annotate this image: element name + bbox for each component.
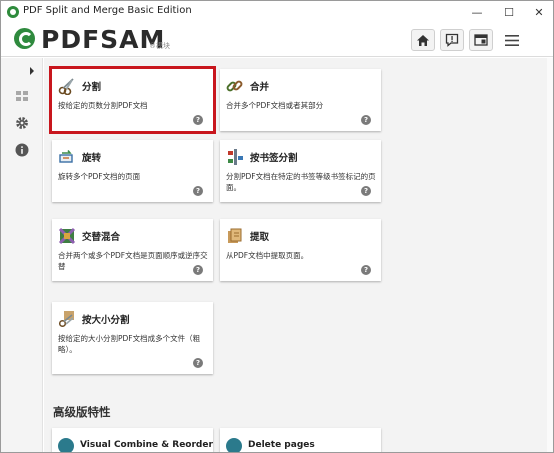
module-title: Delete pages: [248, 440, 315, 450]
module-card-merge[interactable]: 合并 合并多个PDF文档或者其部分 ?: [220, 69, 381, 131]
sidebar-item-modules[interactable]: [12, 86, 32, 106]
module-title: 提取: [250, 232, 270, 243]
logo-text: PDFSAM: [41, 25, 166, 54]
dashboard-icon: [474, 34, 488, 46]
scrollbar[interactable]: [547, 58, 553, 452]
maximize-button[interactable]: ☐: [494, 1, 524, 23]
help-icon[interactable]: ?: [361, 265, 371, 275]
extract-icon: [228, 228, 242, 243]
module-description: 旋转多个PDF文档的页面: [58, 172, 141, 181]
alternate-mix-icon: [58, 227, 76, 245]
module-description: 按给定的大小分割PDF文档成多个文件（粗略）。: [58, 334, 201, 354]
chevron-right-icon: [30, 67, 34, 75]
news-button[interactable]: [440, 29, 464, 51]
module-description: 合并多个PDF文档或者其部分: [226, 101, 324, 110]
app-header: PDFSAM ®模块: [1, 23, 553, 57]
window-title: PDF Split and Merge Basic Edition: [23, 5, 192, 16]
module-description: 从PDF文档中提取页面。: [226, 251, 309, 260]
rotate-icon: [59, 150, 73, 163]
sidebar-item-settings[interactable]: [12, 113, 32, 133]
module-title: 按大小分割: [82, 315, 130, 326]
module-title: 交替混合: [82, 232, 121, 243]
delete-pages-icon: [226, 438, 242, 452]
scissors-icon: [58, 78, 74, 95]
help-icon[interactable]: ?: [193, 265, 203, 275]
module-description: 合并两个或多个PDF文档是页面顺序或逆序交替: [58, 251, 208, 271]
module-description: 分割PDF文档在特定的书签等级书签标记的页面。: [226, 172, 376, 192]
module-card-split-by-size[interactable]: 按大小分割 按给定的大小分割PDF文档成多个文件（粗略）。 ?: [52, 302, 213, 374]
minimize-button[interactable]: —: [462, 1, 492, 23]
module-card-delete-pages[interactable]: Delete pages: [220, 428, 381, 452]
home-button[interactable]: [411, 29, 435, 51]
dashboard-button[interactable]: [469, 29, 493, 51]
expand-sidebar-button[interactable]: [25, 64, 39, 78]
help-icon[interactable]: ?: [361, 186, 371, 196]
section-title-advanced: 高级版特性: [53, 405, 111, 419]
close-button[interactable]: ✕: [524, 1, 553, 23]
help-icon[interactable]: ?: [361, 115, 371, 125]
module-card-split-by-bookmarks[interactable]: 按书签分割 分割PDF文档在特定的书签等级书签标记的页面。 ?: [220, 140, 381, 202]
module-card-split[interactable]: 分割 按给定的页数分割PDF文档 ?: [49, 66, 216, 134]
module-card-visual-combine[interactable]: Visual Combine & Reorder: [52, 428, 213, 452]
module-title: 按书签分割: [250, 153, 298, 164]
module-title: Visual Combine & Reorder: [80, 440, 213, 450]
message-alert-icon: [445, 33, 459, 47]
module-title: 旋转: [82, 153, 102, 164]
menu-button[interactable]: [500, 29, 524, 51]
help-icon[interactable]: ?: [193, 358, 203, 368]
home-icon: [417, 34, 429, 46]
info-icon: [15, 143, 29, 157]
module-title: 分割: [82, 82, 102, 93]
sidebar-item-about[interactable]: [12, 140, 32, 160]
merge-icon: [226, 80, 243, 92]
module-description: 按给定的页数分割PDF文档: [58, 101, 148, 110]
help-icon[interactable]: ?: [193, 186, 203, 196]
module-card-extract[interactable]: 提取 从PDF文档中提取页面。 ?: [220, 219, 381, 281]
module-card-rotate[interactable]: 旋转 旋转多个PDF文档的页面 ?: [52, 140, 213, 202]
app-icon: [7, 6, 19, 18]
pdfsam-logo-icon: [14, 28, 35, 49]
hamburger-menu-icon: [505, 34, 519, 46]
module-title: 合并: [250, 82, 270, 93]
sidebar: [1, 58, 43, 452]
bookmark-split-icon: [228, 149, 243, 165]
help-icon[interactable]: ?: [193, 115, 203, 125]
size-split-icon: [58, 311, 74, 328]
app-window: PDF Split and Merge Basic Edition — ☐ ✕ …: [0, 0, 554, 453]
visual-combine-icon: [58, 438, 74, 452]
logo-subtext: ®模块: [149, 42, 170, 50]
grid-icon: [16, 91, 28, 101]
title-bar: PDF Split and Merge Basic Edition — ☐ ✕: [1, 1, 553, 23]
gear-icon: [16, 117, 28, 129]
module-card-alternate-mix[interactable]: 交替混合 合并两个或多个PDF文档是页面顺序或逆序交替 ?: [52, 219, 213, 281]
